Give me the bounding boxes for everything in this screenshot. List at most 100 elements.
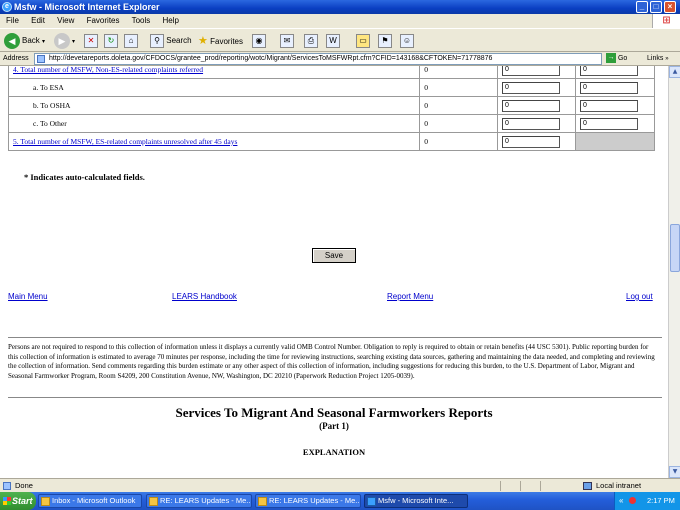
row-label-cell: 4. Total number of MSFW, Non-ES-related … bbox=[7, 66, 421, 79]
taskbar: Start Inbox - Microsoft Outlook RE: LEAR… bbox=[0, 492, 680, 510]
row-label-cell: b. To OSHA bbox=[7, 96, 421, 115]
address-input[interactable]: http://devetareports.doleta.gov/CFDOCS/g… bbox=[34, 53, 602, 65]
task-lears-2[interactable]: RE: LEARS Updates - Me... bbox=[255, 494, 361, 508]
value-input[interactable]: 0 bbox=[502, 117, 561, 130]
omb-disclaimer: Persons are not required to respond to t… bbox=[8, 343, 655, 380]
task-outlook[interactable]: Inbox - Microsoft Outlook bbox=[38, 494, 142, 508]
edit-button[interactable]: W bbox=[326, 32, 340, 50]
input-cell: 0 bbox=[575, 96, 655, 115]
save-button[interactable]: Save bbox=[312, 248, 356, 263]
mail-button[interactable]: ✉ bbox=[280, 32, 294, 50]
minimize-button[interactable]: _ bbox=[636, 1, 648, 13]
menu-help[interactable]: Help bbox=[163, 16, 179, 25]
menu-bar: File Edit View Favorites Tools Help bbox=[0, 14, 680, 28]
search-button[interactable]: ⚲ Search bbox=[150, 32, 192, 50]
window-titlebar: e Msfw - Microsoft Internet Explorer _ □… bbox=[0, 0, 680, 14]
print-icon: ⎙ bbox=[304, 33, 318, 48]
windows-flag-icon bbox=[3, 497, 11, 505]
table-row: c. To Other 0 0 0 bbox=[7, 114, 655, 133]
table-row: 4. Total number of MSFW, Non-ES-related … bbox=[7, 66, 655, 79]
menu-tools[interactable]: Tools bbox=[132, 16, 151, 25]
search-icon: ⚲ bbox=[150, 33, 164, 48]
message-icon bbox=[149, 497, 158, 506]
empty-cell bbox=[575, 132, 655, 151]
report-title: Services To Migrant And Seasonal Farmwor… bbox=[175, 405, 493, 420]
browser-toolbar: ◀ Back ▾ ▶ ▾ ✕ ↻ ⌂ ⚲ Search ★ Favorites ◉ … bbox=[0, 28, 680, 52]
menu-file[interactable]: File bbox=[6, 16, 19, 25]
mail-icon: ✉ bbox=[280, 33, 294, 48]
value-input[interactable]: 0 bbox=[580, 81, 638, 94]
input-cell: 0 bbox=[575, 78, 655, 97]
value-input[interactable]: 0 bbox=[502, 66, 561, 76]
back-arrow-icon: ◀ bbox=[4, 32, 20, 49]
messenger-icon: ☺ bbox=[400, 33, 414, 48]
lears-handbook-link[interactable]: LEARS Handbook bbox=[172, 292, 237, 301]
address-label: Address bbox=[3, 55, 29, 62]
divider bbox=[8, 397, 662, 398]
tray-expand-icon[interactable]: « bbox=[619, 492, 623, 510]
logout-link[interactable]: Log out bbox=[626, 292, 653, 301]
value-input[interactable]: 0 bbox=[502, 99, 561, 112]
media-button[interactable]: ◉ bbox=[252, 32, 266, 50]
value-input[interactable]: 0 bbox=[502, 81, 561, 94]
menu-view[interactable]: View bbox=[57, 16, 74, 25]
system-tray: « 2:17 PM bbox=[614, 492, 680, 510]
message-icon bbox=[258, 497, 267, 506]
row-label-link[interactable]: 4. Total number of MSFW, Non-ES-related … bbox=[13, 66, 203, 74]
value-input[interactable]: 0 bbox=[580, 66, 638, 76]
main-menu-link[interactable]: Main Menu bbox=[8, 292, 48, 301]
discuss-button[interactable]: ▭ bbox=[356, 32, 370, 50]
forward-arrow-icon: ▶ bbox=[54, 32, 70, 49]
row-label: c. To Other bbox=[33, 119, 67, 128]
row-label-cell: 5. Total number of MSFW, ES-related comp… bbox=[7, 132, 421, 151]
refresh-icon: ↻ bbox=[104, 33, 118, 48]
vertical-scrollbar[interactable]: ▲ ▼ bbox=[668, 66, 680, 478]
forward-button[interactable]: ▶ ▾ bbox=[54, 32, 75, 50]
tray-app-icon[interactable] bbox=[629, 497, 636, 504]
table-row: b. To OSHA 0 0 0 bbox=[7, 96, 655, 115]
page-icon bbox=[37, 55, 45, 63]
go-arrow-icon: → bbox=[606, 53, 616, 64]
menu-favorites[interactable]: Favorites bbox=[87, 16, 120, 25]
value-input[interactable]: 0 bbox=[580, 117, 638, 130]
favorites-button[interactable]: ★ Favorites bbox=[198, 32, 243, 50]
report-menu-link[interactable]: Report Menu bbox=[387, 292, 433, 301]
zone-text: Local intranet bbox=[596, 481, 642, 490]
outlook-icon bbox=[41, 497, 50, 506]
back-button[interactable]: ◀ Back ▾ bbox=[4, 32, 45, 50]
research-button[interactable]: ⚑ bbox=[378, 32, 392, 50]
close-button[interactable]: × bbox=[664, 1, 676, 13]
address-bar: Address http://devetareports.doleta.gov/… bbox=[0, 52, 680, 66]
calculated-value-cell: 0 bbox=[419, 114, 499, 133]
intranet-icon bbox=[583, 482, 592, 490]
row-label-link[interactable]: 5. Total number of MSFW, ES-related comp… bbox=[13, 137, 237, 146]
value-input[interactable]: 0 bbox=[580, 99, 638, 112]
clock: 2:17 PM bbox=[647, 496, 675, 505]
stop-button[interactable]: ✕ bbox=[84, 32, 98, 50]
go-button[interactable]: → Go bbox=[606, 52, 627, 66]
status-text: Done bbox=[15, 481, 33, 490]
task-msfw[interactable]: Msfw - Microsoft Inte... bbox=[364, 494, 468, 508]
divider bbox=[8, 337, 662, 338]
start-button[interactable]: Start bbox=[0, 492, 36, 510]
value-input[interactable]: 0 bbox=[502, 135, 561, 148]
research-icon: ⚑ bbox=[378, 33, 392, 48]
windows-logo-icon: ⊞ bbox=[652, 14, 680, 28]
task-lears-1[interactable]: RE: LEARS Updates - Me... bbox=[146, 494, 252, 508]
maximize-button[interactable]: □ bbox=[650, 1, 662, 13]
messenger-button[interactable]: ☺ bbox=[400, 32, 414, 50]
menu-edit[interactable]: Edit bbox=[31, 16, 45, 25]
refresh-button[interactable]: ↻ bbox=[104, 32, 118, 50]
explanation-heading: EXPLANATION bbox=[302, 447, 366, 457]
media-icon: ◉ bbox=[252, 33, 266, 48]
row-label-cell: c. To Other bbox=[7, 114, 421, 133]
scroll-up-icon[interactable]: ▲ bbox=[669, 66, 680, 78]
input-cell: 0 bbox=[497, 114, 576, 133]
star-icon: ★ bbox=[198, 35, 208, 47]
calculated-value-cell: 0 bbox=[419, 132, 499, 151]
scroll-down-icon[interactable]: ▼ bbox=[669, 466, 680, 478]
home-button[interactable]: ⌂ bbox=[124, 32, 138, 50]
links-button[interactable]: Links » bbox=[647, 52, 669, 66]
scroll-thumb[interactable] bbox=[670, 224, 680, 272]
print-button[interactable]: ⎙ bbox=[304, 32, 318, 50]
